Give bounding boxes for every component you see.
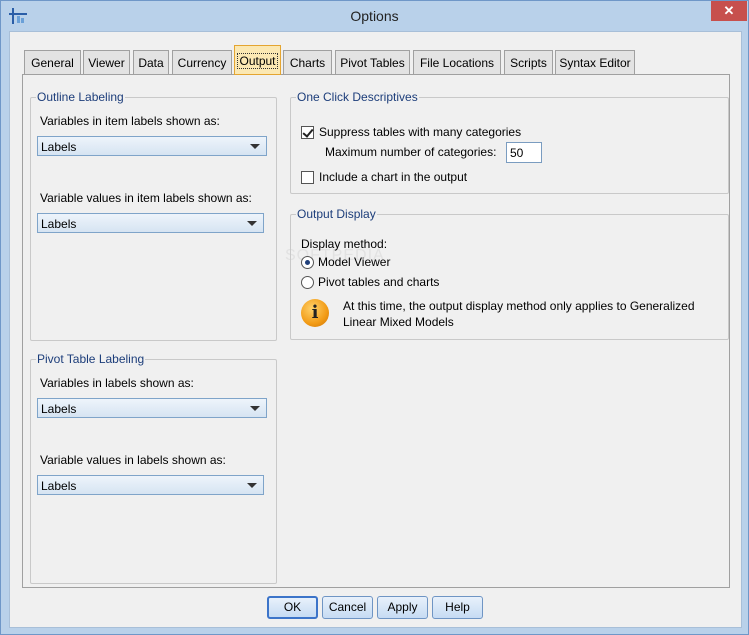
tab-general[interactable]: General [24, 50, 81, 74]
tab-charts[interactable]: Charts [283, 50, 332, 74]
max-categories-input[interactable]: 50 [506, 142, 542, 163]
outline-variables-label: Variables in item labels shown as: [40, 114, 220, 128]
model-viewer-radio[interactable] [301, 256, 314, 269]
options-dialog: Options ✕ General Viewer Data Currency O… [0, 0, 749, 635]
pivot-values-select[interactable]: Labels [37, 475, 264, 495]
tab-output[interactable]: Output [234, 45, 281, 75]
pivot-values-value: Labels [41, 479, 77, 493]
tab-output-label: Output [237, 53, 278, 69]
outline-labeling-legend: Outline Labeling [36, 90, 125, 104]
pivot-labeling-legend: Pivot Table Labeling [36, 352, 146, 366]
info-text-line1: At this time, the output display method … [343, 299, 695, 313]
model-viewer-label[interactable]: Model Viewer [318, 255, 390, 269]
tab-currency[interactable]: Currency [172, 50, 232, 74]
outline-values-select[interactable]: Labels [37, 213, 264, 233]
outline-variables-select[interactable]: Labels [37, 136, 267, 156]
output-tab-pane: SOFTPEDIA Outline Labeling Variables in … [22, 74, 730, 588]
chevron-down-icon [250, 144, 260, 149]
cancel-button[interactable]: Cancel [322, 596, 373, 619]
pivot-variables-select[interactable]: Labels [37, 398, 267, 418]
tab-viewer[interactable]: Viewer [83, 50, 130, 74]
one-click-legend: One Click Descriptives [296, 90, 419, 104]
outline-labeling-group: Outline Labeling Variables in item label… [30, 90, 277, 341]
pivot-labeling-group: Pivot Table Labeling Variables in labels… [30, 352, 277, 584]
output-display-group: Output Display Display method: Model Vie… [290, 207, 729, 340]
help-button[interactable]: Help [432, 596, 483, 619]
suppress-tables-label[interactable]: Suppress tables with many categories [319, 125, 521, 139]
one-click-descriptives-group: One Click Descriptives Suppress tables w… [290, 90, 729, 194]
chevron-down-icon [247, 221, 257, 226]
pivot-variables-value: Labels [41, 402, 77, 416]
include-chart-checkbox[interactable] [301, 171, 314, 184]
apply-button[interactable]: Apply [377, 596, 428, 619]
include-chart-label[interactable]: Include a chart in the output [319, 170, 467, 184]
pivot-variables-label: Variables in labels shown as: [40, 376, 194, 390]
close-button[interactable]: ✕ [711, 1, 747, 21]
chevron-down-icon [247, 483, 257, 488]
max-categories-value: 50 [510, 146, 524, 160]
tab-scripts[interactable]: Scripts [504, 50, 553, 74]
outline-variables-value: Labels [41, 140, 77, 154]
pivot-tables-charts-radio[interactable] [301, 276, 314, 289]
tab-file-locations[interactable]: File Locations [413, 50, 501, 74]
tab-syntax-editor[interactable]: Syntax Editor [555, 50, 635, 74]
pivot-tables-charts-label[interactable]: Pivot tables and charts [318, 275, 439, 289]
title-bar[interactable]: Options ✕ [1, 1, 748, 31]
info-icon: i [301, 299, 329, 327]
outline-values-value: Labels [41, 217, 77, 231]
max-categories-label: Maximum number of categories: [325, 145, 497, 159]
output-display-legend: Output Display [296, 207, 377, 221]
display-method-label: Display method: [301, 237, 388, 251]
tab-pivot-tables[interactable]: Pivot Tables [335, 50, 410, 74]
window-title: Options [350, 8, 399, 24]
tab-data[interactable]: Data [133, 50, 169, 74]
ok-button[interactable]: OK [267, 596, 318, 619]
dialog-client-area: General Viewer Data Currency Output Char… [9, 31, 742, 628]
suppress-tables-checkbox[interactable] [301, 126, 314, 139]
pivot-values-label: Variable values in labels shown as: [40, 453, 226, 467]
chevron-down-icon [250, 406, 260, 411]
outline-values-label: Variable values in item labels shown as: [40, 191, 252, 205]
info-text-line2: Linear Mixed Models [343, 315, 454, 329]
